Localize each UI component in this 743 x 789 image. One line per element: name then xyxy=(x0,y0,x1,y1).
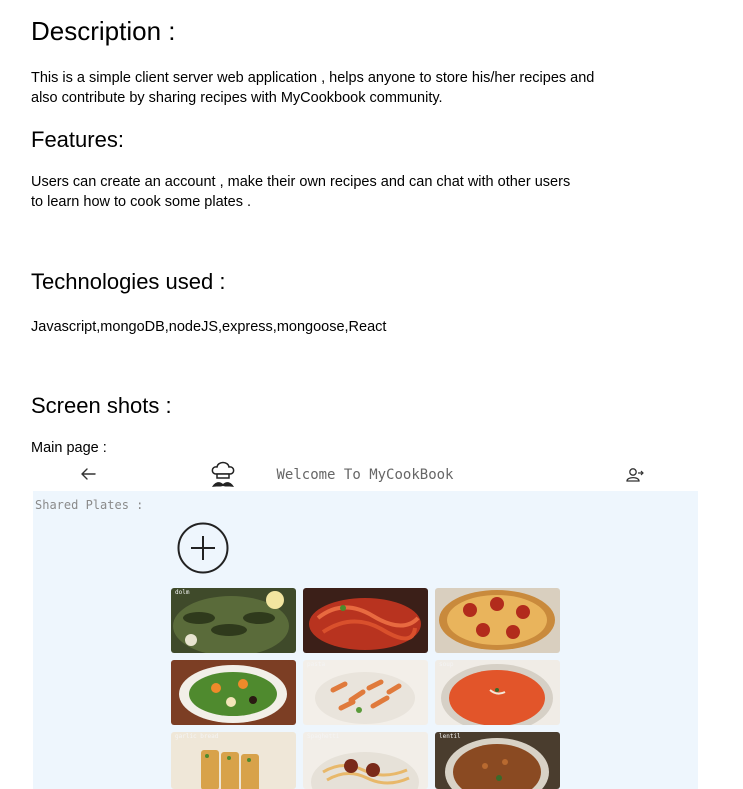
main-page-label: Main page : xyxy=(31,438,107,458)
screenshots-heading: Screen shots : xyxy=(31,393,172,418)
recipe-card[interactable]: soup xyxy=(435,660,560,725)
technologies-text: Javascript,mongoDB,nodeJS,express,mongoo… xyxy=(31,317,386,337)
card-label: lentil xyxy=(439,733,461,740)
description-paragraph: This is a simple client server web appli… xyxy=(31,68,594,108)
features-line: Users can create an account , make their… xyxy=(31,174,571,190)
recipe-card[interactable] xyxy=(171,660,296,725)
user-logout-icon xyxy=(626,468,644,482)
card-label: garlic bread xyxy=(175,733,219,740)
card-label: pasta xyxy=(307,661,326,668)
recipe-card[interactable]: pasta xyxy=(303,660,428,725)
recipe-card[interactable] xyxy=(303,588,428,653)
description-line: This is a simple client server web appli… xyxy=(31,70,595,86)
features-paragraph: Users can create an account , make their… xyxy=(31,172,570,212)
shared-plates-area: Shared Plates : dolm pasta soup garlic b… xyxy=(33,491,698,789)
features-heading: Features: xyxy=(31,127,124,152)
plus-circle-icon[interactable] xyxy=(177,522,229,574)
recipe-card[interactable] xyxy=(435,588,560,653)
recipe-card[interactable]: dolm xyxy=(171,588,296,653)
technologies-line: Javascript,mongoDB,nodeJS,express,mongoo… xyxy=(31,319,387,335)
recipe-card[interactable]: lentil xyxy=(435,732,560,789)
description-line: also contribute by sharing recipes with … xyxy=(31,90,443,106)
card-label: soup xyxy=(439,661,454,668)
recipe-card[interactable]: Spaghetti xyxy=(303,732,428,789)
card-label: dolm xyxy=(175,589,190,596)
technologies-heading: Technologies used : xyxy=(31,269,226,294)
shared-plates-label: Shared Plates : xyxy=(35,498,144,512)
recipe-card[interactable]: garlic bread xyxy=(171,732,296,789)
features-line: to learn how to cook some plates . xyxy=(31,194,252,210)
card-label: Spaghetti xyxy=(307,733,340,740)
main-page-label-text: Main page : xyxy=(31,440,107,456)
description-heading: Description : xyxy=(31,16,176,46)
app-topbar: Welcome To MyCookBook xyxy=(33,458,698,491)
